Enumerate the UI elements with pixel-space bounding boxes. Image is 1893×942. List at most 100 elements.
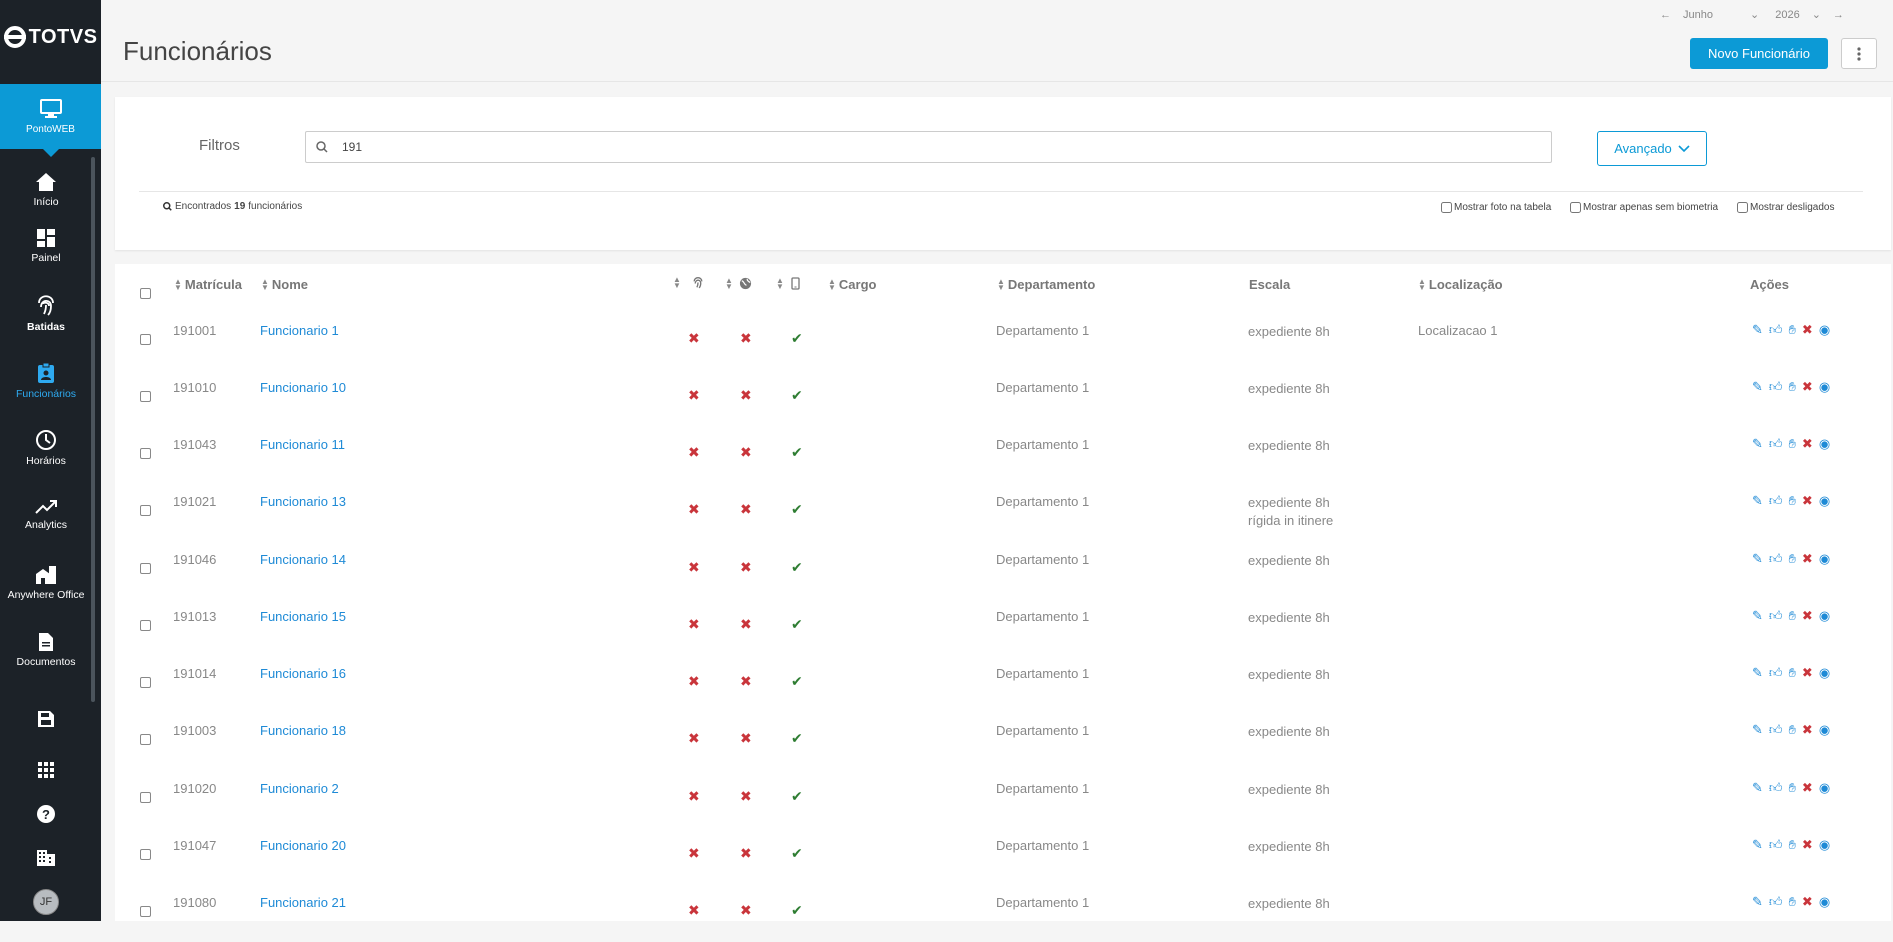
- employee-name-link[interactable]: Funcionario 11: [260, 437, 345, 452]
- employee-name-link[interactable]: Funcionario 14: [260, 552, 346, 567]
- edit-pencil-icon[interactable]: ✎: [1752, 551, 1763, 567]
- company-button[interactable]: [0, 849, 92, 867]
- edit-pencil-icon[interactable]: ✎: [1752, 608, 1763, 624]
- delete-x-icon[interactable]: ✖: [1802, 379, 1813, 395]
- view-eye-icon[interactable]: ◉: [1819, 551, 1830, 567]
- hand-icon[interactable]: ✋︎: [1789, 608, 1796, 624]
- show-dismissed-checkbox[interactable]: [1737, 202, 1748, 213]
- thumbs-up-icon[interactable]: 👍︎: [1769, 665, 1783, 681]
- delete-x-icon[interactable]: ✖: [1802, 551, 1813, 567]
- hand-icon[interactable]: ✋︎: [1789, 322, 1796, 338]
- hand-icon[interactable]: ✋︎: [1789, 894, 1796, 910]
- sidebar-scrollbar[interactable]: [91, 157, 95, 702]
- employee-name-link[interactable]: Funcionario 15: [260, 609, 346, 624]
- row-checkbox[interactable]: [140, 849, 151, 860]
- header-cargo[interactable]: ▲ ▼ Cargo: [828, 277, 876, 292]
- hand-icon[interactable]: ✋︎: [1789, 551, 1796, 567]
- show-no-biometry-option[interactable]: Mostrar apenas sem biometria: [1570, 202, 1718, 213]
- view-eye-icon[interactable]: ◉: [1819, 665, 1830, 681]
- show-dismissed-option[interactable]: Mostrar desligados: [1737, 202, 1834, 213]
- nav-horarios[interactable]: Horários: [0, 420, 92, 476]
- thumbs-up-icon[interactable]: 👍︎: [1769, 322, 1783, 338]
- thumbs-up-icon[interactable]: 👍︎: [1769, 379, 1783, 395]
- year-chevron-down-icon[interactable]: ⌄: [1812, 8, 1821, 21]
- advanced-filter-button[interactable]: Avançado: [1597, 131, 1707, 166]
- delete-x-icon[interactable]: ✖: [1802, 837, 1813, 853]
- delete-x-icon[interactable]: ✖: [1802, 322, 1813, 338]
- employee-name-link[interactable]: Funcionario 16: [260, 666, 346, 681]
- nav-funcionarios[interactable]: Funcionários: [0, 353, 92, 409]
- hand-icon[interactable]: ✋︎: [1789, 436, 1796, 452]
- row-checkbox[interactable]: [140, 734, 151, 745]
- apps-button[interactable]: [0, 762, 92, 778]
- edit-pencil-icon[interactable]: ✎: [1752, 493, 1763, 509]
- row-checkbox[interactable]: [140, 448, 151, 459]
- edit-pencil-icon[interactable]: ✎: [1752, 665, 1763, 681]
- save-shortcut[interactable]: [0, 710, 92, 728]
- edit-pencil-icon[interactable]: ✎: [1752, 722, 1763, 738]
- hand-icon[interactable]: ✋︎: [1789, 379, 1796, 395]
- employee-name-link[interactable]: Funcionario 1: [260, 323, 339, 338]
- header-mobile[interactable]: ▲ ▼: [776, 276, 800, 290]
- view-eye-icon[interactable]: ◉: [1819, 608, 1830, 624]
- year-select[interactable]: 2026: [1775, 9, 1799, 21]
- row-checkbox[interactable]: [140, 620, 151, 631]
- thumbs-up-icon[interactable]: 👍︎: [1769, 493, 1783, 509]
- more-options-button[interactable]: [1841, 38, 1877, 69]
- new-employee-button[interactable]: Novo Funcionário: [1690, 38, 1828, 69]
- hand-icon[interactable]: ✋︎: [1789, 780, 1796, 796]
- delete-x-icon[interactable]: ✖: [1802, 436, 1813, 452]
- edit-pencil-icon[interactable]: ✎: [1752, 322, 1763, 338]
- view-eye-icon[interactable]: ◉: [1819, 493, 1830, 509]
- delete-x-icon[interactable]: ✖: [1802, 665, 1813, 681]
- employee-name-link[interactable]: Funcionario 18: [260, 723, 346, 738]
- show-no-biometry-checkbox[interactable]: [1570, 202, 1581, 213]
- avatar[interactable]: JF: [33, 889, 59, 915]
- nav-anywhere-office[interactable]: Anywhere Office: [0, 555, 92, 611]
- delete-x-icon[interactable]: ✖: [1802, 780, 1813, 796]
- edit-pencil-icon[interactable]: ✎: [1752, 894, 1763, 910]
- view-eye-icon[interactable]: ◉: [1819, 379, 1830, 395]
- row-checkbox[interactable]: [140, 563, 151, 574]
- thumbs-up-icon[interactable]: 👍︎: [1769, 837, 1783, 853]
- row-checkbox[interactable]: [140, 334, 151, 345]
- nav-analytics[interactable]: Analytics: [0, 487, 92, 543]
- header-matricula[interactable]: ▲ ▼ Matrícula: [174, 277, 242, 292]
- view-eye-icon[interactable]: ◉: [1819, 894, 1830, 910]
- prev-month-arrow-icon[interactable]: ←: [1660, 9, 1671, 21]
- user-avatar-wrap[interactable]: JF: [0, 889, 92, 915]
- row-checkbox[interactable]: [140, 391, 151, 402]
- edit-pencil-icon[interactable]: ✎: [1752, 436, 1763, 452]
- delete-x-icon[interactable]: ✖: [1802, 894, 1813, 910]
- next-month-arrow-icon[interactable]: →: [1833, 9, 1844, 21]
- view-eye-icon[interactable]: ◉: [1819, 722, 1830, 738]
- thumbs-up-icon[interactable]: 👍︎: [1769, 722, 1783, 738]
- delete-x-icon[interactable]: ✖: [1802, 608, 1813, 624]
- row-checkbox[interactable]: [140, 792, 151, 803]
- delete-x-icon[interactable]: ✖: [1802, 493, 1813, 509]
- thumbs-up-icon[interactable]: 👍︎: [1769, 608, 1783, 624]
- hand-icon[interactable]: ✋︎: [1789, 722, 1796, 738]
- view-eye-icon[interactable]: ◉: [1819, 837, 1830, 853]
- view-eye-icon[interactable]: ◉: [1819, 436, 1830, 452]
- employee-name-link[interactable]: Funcionario 21: [260, 895, 346, 910]
- totvs-logo[interactable]: TOTVS: [0, 22, 101, 52]
- edit-pencil-icon[interactable]: ✎: [1752, 379, 1763, 395]
- nav-documentos[interactable]: Documentos: [0, 622, 92, 678]
- hand-icon[interactable]: ✋︎: [1789, 837, 1796, 853]
- thumbs-up-icon[interactable]: 👍︎: [1769, 551, 1783, 567]
- thumbs-up-icon[interactable]: 👍︎: [1769, 436, 1783, 452]
- nav-painel[interactable]: Painel: [0, 218, 92, 274]
- header-biometry[interactable]: ▲ ▼: [673, 276, 704, 290]
- nav-inicio[interactable]: Início: [0, 162, 92, 218]
- show-photo-checkbox[interactable]: [1441, 202, 1452, 213]
- show-photo-option[interactable]: Mostrar foto na tabela: [1441, 202, 1551, 213]
- employee-name-link[interactable]: Funcionario 10: [260, 380, 346, 395]
- row-checkbox[interactable]: [140, 505, 151, 516]
- hand-icon[interactable]: ✋︎: [1789, 665, 1796, 681]
- header-localizacao[interactable]: ▲ ▼ Localização: [1418, 277, 1503, 292]
- header-web[interactable]: ▲ ▼: [725, 276, 752, 290]
- thumbs-up-icon[interactable]: 👍︎: [1769, 894, 1783, 910]
- employee-name-link[interactable]: Funcionario 13: [260, 494, 346, 509]
- header-departamento[interactable]: ▲ ▼ Departamento: [997, 277, 1095, 292]
